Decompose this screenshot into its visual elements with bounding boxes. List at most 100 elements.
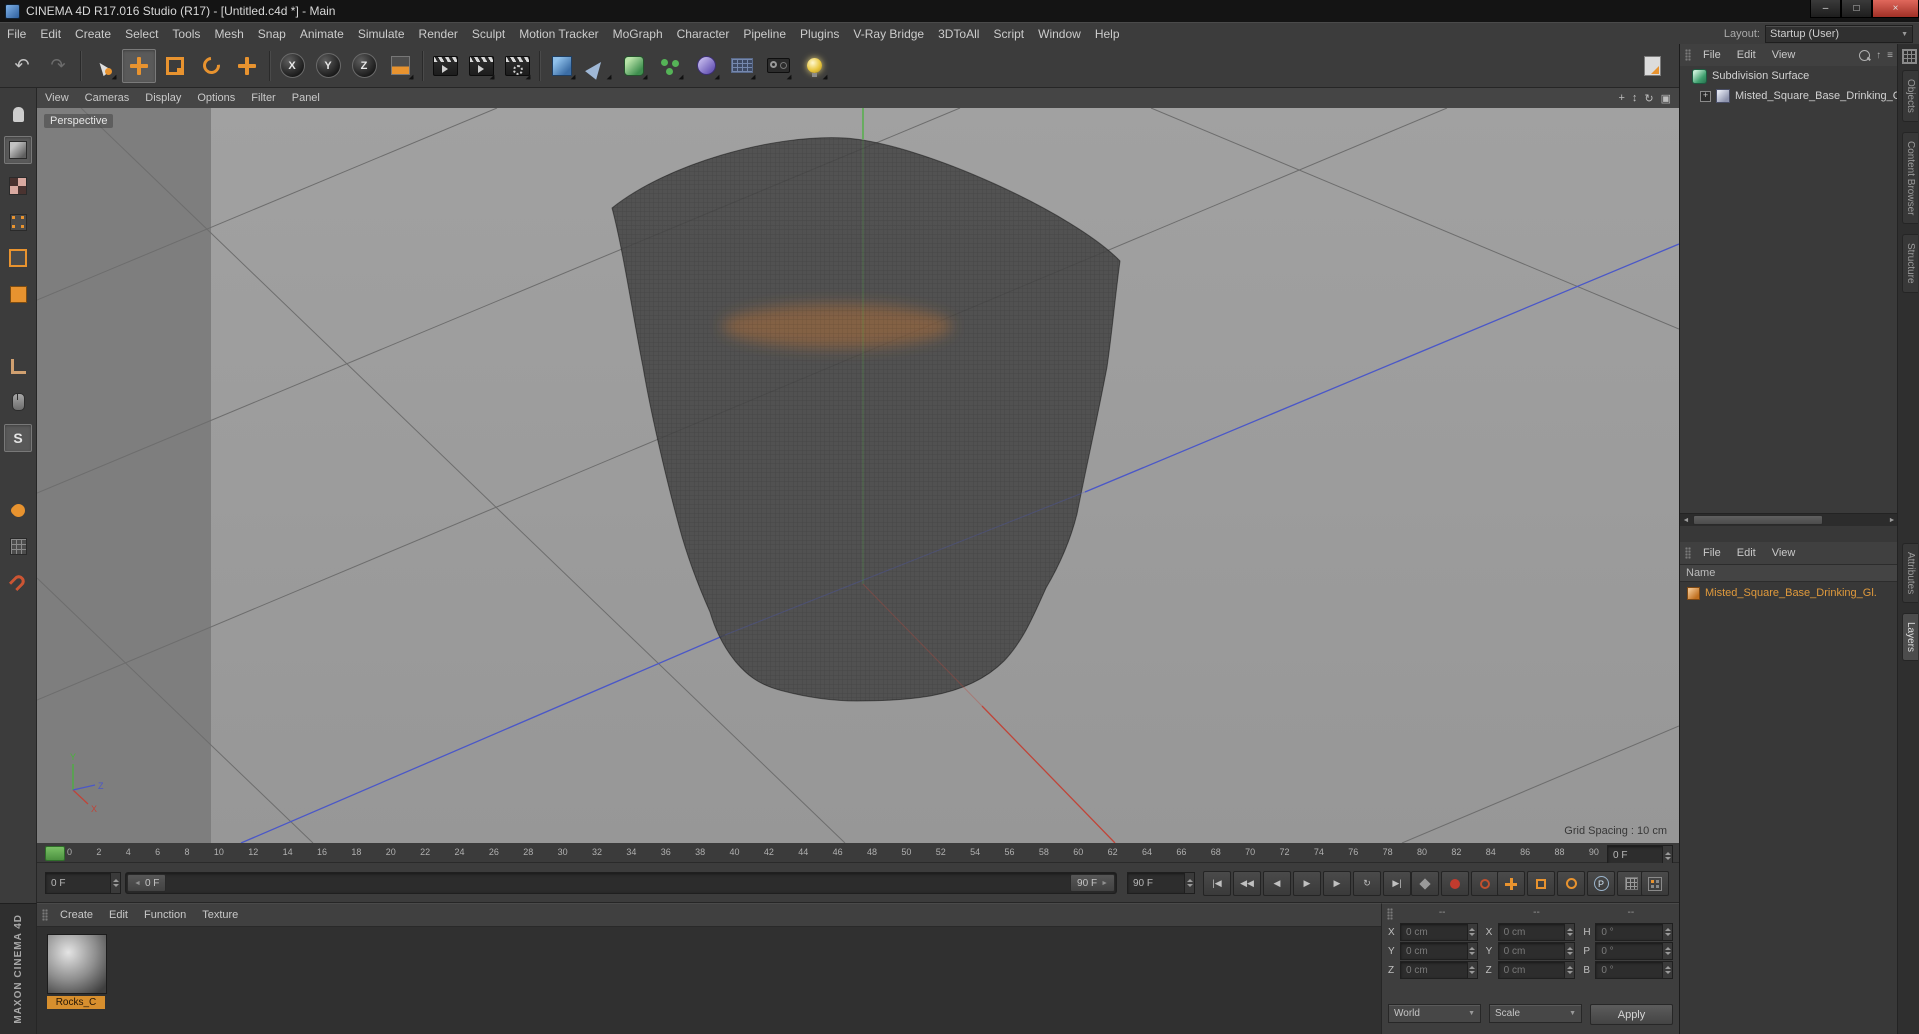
side-tab[interactable]: Layers [1902, 613, 1918, 662]
minimize-button[interactable]: – [1810, 0, 1841, 18]
last-tool-button[interactable] [230, 49, 264, 83]
play-button[interactable]: ▶ [1293, 871, 1321, 896]
menu-item[interactable]: Sculpt [465, 24, 512, 44]
redo-button[interactable]: ↷ [41, 49, 75, 83]
current-frame-marker[interactable] [45, 846, 65, 861]
polygons-mode-button[interactable] [4, 280, 32, 308]
stepper-icon[interactable] [1466, 962, 1477, 978]
viewport-menu-item[interactable]: Options [189, 92, 243, 104]
goto-start-button[interactable]: |◀ [1203, 871, 1231, 896]
stepper-icon[interactable] [1184, 873, 1194, 893]
side-tab[interactable]: Objects [1902, 70, 1918, 122]
rotation-h-field[interactable]: 0 ° [1595, 923, 1674, 941]
size-x-field[interactable]: 0 cm [1497, 923, 1576, 941]
side-tab[interactable]: Structure [1902, 234, 1918, 293]
menu-item[interactable]: Snap [251, 24, 293, 44]
add-generator-button[interactable] [653, 49, 687, 83]
panel-grip-icon[interactable] [1685, 547, 1691, 559]
object-row-mesh[interactable]: + Misted_Square_Base_Drinking_G [1680, 86, 1898, 106]
stepper-icon[interactable] [1564, 962, 1575, 978]
side-tab[interactable]: Attributes [1902, 543, 1918, 604]
layer-panel-menu-item[interactable]: View [1764, 547, 1804, 559]
lock-x-axis-button[interactable]: X [275, 49, 309, 83]
menu-item[interactable]: V-Ray Bridge [846, 24, 931, 44]
add-subdivision-surface-button[interactable] [617, 49, 651, 83]
viewport-menu-item[interactable]: Panel [284, 92, 328, 104]
viewport-menu-item[interactable]: Cameras [77, 92, 138, 104]
menu-item[interactable]: MoGraph [606, 24, 670, 44]
layout-dropdown[interactable]: Startup (User) ▼ [1765, 25, 1913, 43]
menu-item[interactable]: Create [68, 24, 118, 44]
object-manager-menu-item[interactable]: Edit [1729, 49, 1764, 61]
magnet-snap-button[interactable] [4, 568, 32, 596]
points-mode-button[interactable] [4, 208, 32, 236]
position-x-field[interactable]: 0 cm [1400, 923, 1478, 941]
menu-item[interactable]: Character [670, 24, 737, 44]
toggle-fullscreen-icon[interactable]: ▣ [1661, 92, 1671, 105]
autokey-button[interactable] [1441, 871, 1469, 896]
current-frame-field[interactable]: 0 F [45, 872, 121, 894]
add-environment-button[interactable] [725, 49, 759, 83]
stepper-icon[interactable] [1662, 962, 1673, 978]
object-manager-tree[interactable]: Subdivision Surface + Misted_Square_Base… [1680, 66, 1898, 513]
mesh-object[interactable] [611, 137, 1121, 702]
expand-plus-icon[interactable]: + [1700, 90, 1711, 102]
rotate-tool-button[interactable] [194, 49, 228, 83]
layer-panel-menu-item[interactable]: Edit [1729, 547, 1764, 559]
menu-item[interactable]: Edit [33, 24, 68, 44]
menu-item[interactable]: Select [118, 24, 165, 44]
material-menu-item[interactable]: Function [136, 909, 194, 921]
rotation-b-field[interactable]: 0 ° [1595, 961, 1674, 979]
add-deformer-button[interactable] [689, 49, 723, 83]
scale-tool-button[interactable] [158, 49, 192, 83]
max-frame-field[interactable]: 90 F [1127, 872, 1195, 894]
menu-item[interactable]: Simulate [351, 24, 412, 44]
range-start-handle[interactable]: ◄ 0 F [127, 874, 167, 892]
stepper-icon[interactable] [1662, 943, 1673, 959]
undo-button[interactable]: ↶ [5, 49, 39, 83]
viewport-menu-item[interactable]: Display [137, 92, 189, 104]
size-y-field[interactable]: 0 cm [1497, 942, 1576, 960]
material-menu-item[interactable]: Texture [194, 909, 246, 921]
viewport-canvas[interactable]: Y X Z Perspective Grid Spacing : 10 cm [37, 108, 1679, 843]
object-row-subdivision-surface[interactable]: Subdivision Surface [1680, 66, 1898, 86]
panel-grid-icon[interactable] [1902, 49, 1917, 64]
coordinate-system-button[interactable] [383, 49, 417, 83]
lock-z-axis-button[interactable]: Z [347, 49, 381, 83]
menu-item[interactable]: Mesh [207, 24, 250, 44]
render-picture-viewer-button[interactable] [464, 49, 498, 83]
material-menu-item[interactable]: Edit [101, 909, 136, 921]
tweak-mode-button[interactable] [4, 388, 32, 416]
key-parameter-toggle[interactable]: P [1587, 871, 1615, 896]
stepper-icon[interactable] [1466, 943, 1477, 959]
stepper-icon[interactable] [1564, 943, 1575, 959]
paint-setup-button[interactable] [4, 496, 32, 524]
maximize-button[interactable]: □ [1841, 0, 1872, 18]
make-editable-button[interactable] [4, 100, 32, 128]
side-tab[interactable]: Content Browser [1902, 131, 1918, 225]
coordinate-system-dropdown[interactable]: World ▼ [1388, 1004, 1481, 1023]
layer-item-row[interactable]: Misted_Square_Base_Drinking_Gl. [1680, 583, 1898, 603]
keyframe-selection-button[interactable] [1641, 871, 1669, 896]
viewport-menu-item[interactable]: Filter [243, 92, 283, 104]
key-scale-toggle[interactable] [1527, 871, 1555, 896]
object-manager-hscrollbar[interactable]: ◄ ► [1680, 513, 1898, 526]
add-spline-button[interactable] [581, 49, 615, 83]
keyframe-selection-record-button[interactable] [1471, 871, 1499, 896]
menu-item[interactable]: Script [986, 24, 1031, 44]
loop-button[interactable]: ↻ [1353, 871, 1381, 896]
panel-grip-icon[interactable] [1685, 49, 1691, 61]
key-position-toggle[interactable] [1497, 871, 1525, 896]
material-menu-item[interactable]: Create [52, 909, 101, 921]
add-camera-button[interactable] [761, 49, 795, 83]
render-view-button[interactable] [428, 49, 462, 83]
move-tool-button[interactable] [122, 48, 156, 83]
size-z-field[interactable]: 0 cm [1497, 961, 1576, 979]
menu-item[interactable]: Animate [293, 24, 351, 44]
viewport-menu-item[interactable]: View [37, 92, 77, 104]
render-settings-button[interactable] [500, 49, 534, 83]
pan-view-icon[interactable]: + [1618, 92, 1624, 105]
goto-end-button[interactable]: ▶| [1383, 871, 1411, 896]
menu-item[interactable]: Window [1031, 24, 1088, 44]
menu-item[interactable]: Render [412, 24, 465, 44]
